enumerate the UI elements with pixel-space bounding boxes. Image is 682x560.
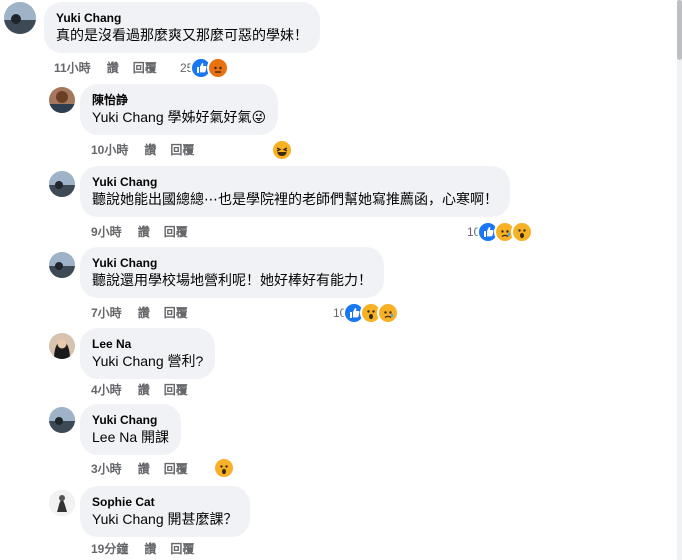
comment-bubble: Yuki Chang 聽說她能出國總總⋯也是學院裡的老師們幫她寫推薦函，心寒啊！ <box>80 166 510 217</box>
like-button[interactable]: 讚 <box>144 542 156 556</box>
reaction-summary[interactable] <box>271 139 293 161</box>
comment-bubble: Yuki Chang 聽說還用學校場地營利呢！她好棒好有能力！ <box>80 247 384 298</box>
comment-author[interactable]: 陳怡諍 <box>92 92 266 108</box>
comment-bubble: Sophie Cat Yuki Chang 開甚麼課？ <box>80 486 250 537</box>
avatar-photo-icon <box>49 171 75 197</box>
comment-bubble: Yuki Chang Lee Na 開課 <box>80 404 182 455</box>
mention-tag[interactable]: Yuki Chang <box>92 353 164 369</box>
comment-actions: 11小時 讚回覆 <box>54 59 171 76</box>
sad-reaction-icon <box>377 302 400 324</box>
reaction-summary[interactable] <box>213 457 235 479</box>
comment-text: 營利? <box>163 353 204 369</box>
comment-actions: 7小時 讚回覆 <box>91 304 202 321</box>
comment-actions: 3小時 讚回覆 <box>91 460 202 477</box>
reaction-summary[interactable]: 10 <box>333 302 400 324</box>
comment-actions: 19分鐘 讚回覆 <box>91 540 208 557</box>
comment-text: 聽說她能出國總總⋯也是學院裡的老師們幫她寫推薦函，心寒啊！ <box>92 191 498 207</box>
comment-text: 真的是沒看過那麼爽又那麼可惡的學妹！ <box>56 27 308 43</box>
mention-tag[interactable]: Lee Na <box>92 429 137 445</box>
wow-reaction-icon <box>213 457 235 479</box>
like-button[interactable]: 讚 <box>107 61 119 75</box>
comment-author[interactable]: Yuki Chang <box>92 174 498 190</box>
reply-button[interactable]: 回覆 <box>170 542 194 556</box>
avatar[interactable] <box>49 333 75 359</box>
reply-button[interactable]: 回覆 <box>164 383 188 397</box>
comment-bubble: 陳怡諍 Yuki Chang 學姊好氣好氣😜 <box>80 84 279 135</box>
mention-tag[interactable]: Yuki Chang <box>92 511 164 527</box>
comment-author[interactable]: Yuki Chang <box>56 10 308 26</box>
reaction-summary[interactable]: 10 <box>467 221 534 243</box>
comment-text: 開甚麼課？ <box>163 511 238 527</box>
reply-button[interactable]: 回覆 <box>164 225 188 239</box>
like-button[interactable]: 讚 <box>138 225 150 239</box>
like-button[interactable]: 讚 <box>138 383 150 397</box>
angry-reaction-icon <box>207 57 230 79</box>
comment-author[interactable]: Sophie Cat <box>92 494 238 510</box>
reply-button[interactable]: 回覆 <box>164 462 188 476</box>
scrollbar[interactable] <box>677 0 682 560</box>
avatar[interactable] <box>49 407 75 433</box>
avatar[interactable] <box>4 2 36 34</box>
scrollbar-thumb[interactable] <box>677 0 682 60</box>
comment-bubble: Lee Na Yuki Chang 營利? <box>80 328 216 379</box>
comment-author[interactable]: Yuki Chang <box>92 255 372 271</box>
haha-reaction-icon <box>271 139 293 161</box>
comment-text: 開課 <box>137 429 170 445</box>
avatar[interactable] <box>49 252 75 278</box>
avatar-photo-icon <box>49 407 75 433</box>
like-button[interactable]: 讚 <box>138 462 150 476</box>
comment-time[interactable]: 3小時 <box>91 462 122 476</box>
avatar-photo-icon <box>49 333 75 359</box>
reply-button[interactable]: 回覆 <box>170 143 194 157</box>
comment-author[interactable]: Yuki Chang <box>92 412 169 428</box>
avatar-photo-icon <box>49 490 75 516</box>
comment-time[interactable]: 11小時 <box>54 61 91 75</box>
like-button[interactable]: 讚 <box>138 306 150 320</box>
avatar[interactable] <box>49 490 75 516</box>
comment-time[interactable]: 10小時 <box>91 143 128 157</box>
mention-tag[interactable]: Yuki Chang <box>92 109 164 125</box>
comment-time[interactable]: 7小時 <box>91 306 122 320</box>
comment-time[interactable]: 4小時 <box>91 383 122 397</box>
comment-author[interactable]: Lee Na <box>92 336 203 352</box>
like-button[interactable]: 讚 <box>144 143 156 157</box>
avatar-photo-icon <box>49 87 75 113</box>
comment-actions: 10小時 讚回覆 <box>91 141 208 158</box>
avatar[interactable] <box>49 87 75 113</box>
avatar-photo-icon <box>4 2 36 34</box>
comment-actions: 9小時 讚回覆 <box>91 223 202 240</box>
comment-bubble: Yuki Chang 真的是沒看過那麼爽又那麼可惡的學妹！ <box>44 2 320 53</box>
avatar-photo-icon <box>49 252 75 278</box>
avatar[interactable] <box>49 171 75 197</box>
comment-time[interactable]: 9小時 <box>91 225 122 239</box>
comment-text: 聽說還用學校場地營利呢！她好棒好有能力！ <box>92 272 372 288</box>
reply-button[interactable]: 回覆 <box>164 306 188 320</box>
comment-text: 學姊好氣好氣😜 <box>163 109 267 125</box>
wow-reaction-icon <box>511 221 534 243</box>
comment-time[interactable]: 19分鐘 <box>91 542 128 556</box>
comment-actions: 4小時 讚回覆 <box>91 381 202 398</box>
reaction-summary[interactable]: 25 <box>180 57 230 79</box>
reply-button[interactable]: 回覆 <box>133 61 157 75</box>
